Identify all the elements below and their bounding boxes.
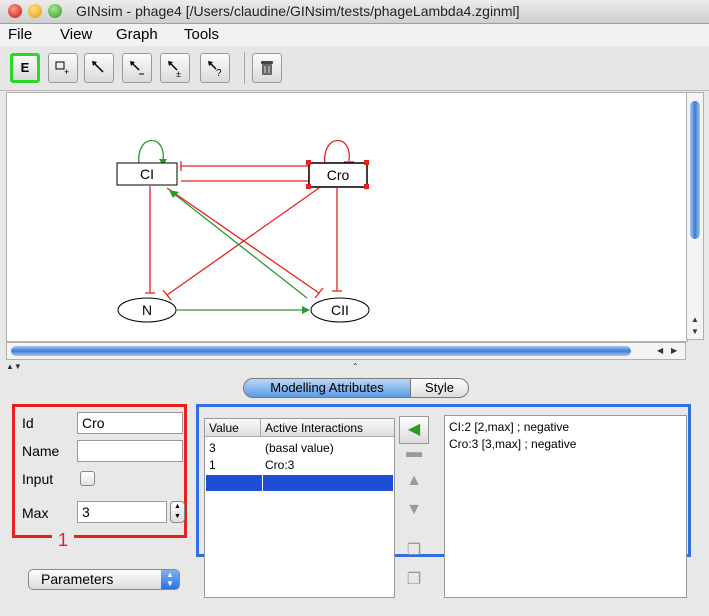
name-label: Name	[22, 443, 60, 459]
graph-canvas[interactable]: CI Cro N CII	[6, 92, 688, 342]
horizontal-scrollbar[interactable]: ◀ ▶	[6, 342, 686, 360]
node-ci: CI	[116, 162, 178, 186]
interactions-list[interactable]: CI:2 [2,max] ; negative Cro:3 [3,max] ; …	[444, 415, 687, 598]
add-dual-edge-button[interactable]: ±	[160, 53, 190, 83]
close-window-button[interactable]	[8, 4, 22, 18]
svg-text:±: ±	[176, 69, 181, 78]
svg-text:?: ?	[216, 68, 222, 78]
menu-tools[interactable]: Tools	[184, 26, 219, 43]
title-bar: GINsim - phage4 [/Users/claudine/GINsim/…	[0, 0, 709, 24]
node-cii-label: CII	[331, 302, 349, 318]
trash-icon	[261, 61, 273, 75]
move-up-button[interactable]: ▲	[399, 468, 429, 496]
negative-edge-icon	[130, 61, 144, 75]
edit-mode-button[interactable]: E	[10, 53, 40, 83]
minus-icon: ▬	[406, 444, 422, 461]
node-n-label: N	[142, 302, 152, 318]
name-field[interactable]	[77, 440, 183, 462]
edge-ci-to-cii-bar	[314, 287, 324, 299]
parameters-select[interactable]: Parameters ▲ ▼	[28, 569, 180, 590]
collapse-up-icon[interactable]: ▲▼	[6, 362, 22, 371]
scroll-left-icon[interactable]: ◀	[657, 346, 663, 355]
table-row-selected[interactable]	[206, 475, 393, 491]
regulatory-graph: CI Cro N CII	[116, 139, 370, 323]
node-n: N	[117, 297, 177, 323]
scroll-right-icon[interactable]: ▶	[671, 346, 677, 355]
column-header-value[interactable]: Value	[205, 419, 261, 437]
minimize-window-button[interactable]	[28, 4, 42, 18]
arrow-down-icon: ▼	[406, 501, 422, 518]
max-field[interactable]: 3	[77, 501, 167, 523]
input-label: Input	[22, 471, 54, 487]
table-row-2-interactions[interactable]: Cro:3	[261, 458, 294, 472]
horizontal-scroll-thumb[interactable]	[11, 346, 631, 356]
scroll-up-icon[interactable]: ▲	[691, 315, 699, 324]
zoom-window-button[interactable]	[48, 4, 62, 18]
paste-icon: ❐	[406, 571, 422, 588]
menu-bar: File View Graph Tools	[0, 24, 709, 46]
copy-button[interactable]: ❐	[399, 538, 429, 566]
paste-button[interactable]: ❐	[399, 567, 429, 595]
vertical-scroll-thumb[interactable]	[690, 101, 700, 239]
max-stepper[interactable]: ▲ ▼	[170, 501, 185, 523]
arrow-left-icon: ◀	[407, 421, 421, 438]
unknown-edge-icon: ?	[208, 61, 222, 79]
add-edge-button[interactable]	[84, 53, 114, 83]
vertical-scrollbar[interactable]: ▲ ▼	[686, 92, 704, 340]
menu-file[interactable]: File	[8, 26, 32, 43]
tab-modelling-attributes[interactable]: Modelling Attributes	[243, 378, 411, 398]
toolbar-separator	[244, 52, 245, 84]
list-item-2[interactable]: Cro:3 [3,max] ; negative	[449, 437, 576, 451]
scroll-down-icon[interactable]: ▼	[691, 327, 699, 336]
list-item-1[interactable]: CI:2 [2,max] ; negative	[449, 420, 569, 434]
copy-icon: ❐	[406, 542, 422, 559]
delete-button[interactable]	[252, 53, 282, 83]
arrow-edge-icon	[92, 61, 104, 73]
add-negative-edge-button[interactable]	[122, 53, 152, 83]
window-title: GINsim - phage4 [/Users/claudine/GINsim/…	[76, 3, 520, 19]
edge-cii-to-ci	[172, 192, 308, 299]
input-checkbox[interactable]	[80, 471, 95, 486]
values-table[interactable]: Value Active Interactions 3 (basal value…	[204, 418, 395, 598]
menu-graph[interactable]: Graph	[116, 26, 158, 43]
add-node-icon: +	[55, 61, 69, 77]
remove-button[interactable]: ▬	[399, 440, 429, 468]
divider-grip-icon: ⌃	[352, 362, 359, 371]
arrow-up-icon: ▲	[406, 472, 422, 489]
table-row-1-interactions[interactable]: (basal value)	[261, 441, 334, 455]
move-down-button[interactable]: ▼	[399, 497, 429, 525]
dual-edge-icon: ±	[168, 61, 181, 79]
edge-n-to-cii-head	[302, 306, 310, 314]
svg-text:+: +	[64, 67, 69, 77]
max-label: Max	[22, 505, 49, 521]
node-ci-label: CI	[140, 166, 154, 182]
tab-style[interactable]: Style	[411, 378, 469, 398]
annotation-label-1: 1	[52, 530, 75, 551]
add-unknown-edge-button[interactable]: ?	[200, 53, 230, 83]
parameters-select-value: Parameters	[41, 571, 114, 587]
node-cii: CII	[310, 297, 370, 323]
node-cro: Cro	[306, 160, 369, 189]
edge-ci-self	[138, 139, 164, 166]
table-row-2-value[interactable]: 1	[205, 458, 216, 472]
id-label: Id	[22, 415, 34, 431]
column-header-active-interactions[interactable]: Active Interactions	[261, 419, 394, 437]
id-field[interactable]: Cro	[77, 412, 183, 434]
add-node-button[interactable]: +	[48, 53, 78, 83]
edge-cro-self	[324, 139, 350, 166]
split-pane-divider[interactable]: ▲▼ ⌃	[0, 362, 709, 372]
table-row-1-value[interactable]: 3	[205, 441, 216, 455]
toolbar: E + ± ?	[0, 46, 709, 91]
edge-cro-to-n-bar	[162, 289, 172, 301]
node-cro-label: Cro	[327, 167, 350, 183]
menu-view[interactable]: View	[60, 26, 92, 43]
chevron-updown-icon: ▲ ▼	[161, 570, 179, 589]
